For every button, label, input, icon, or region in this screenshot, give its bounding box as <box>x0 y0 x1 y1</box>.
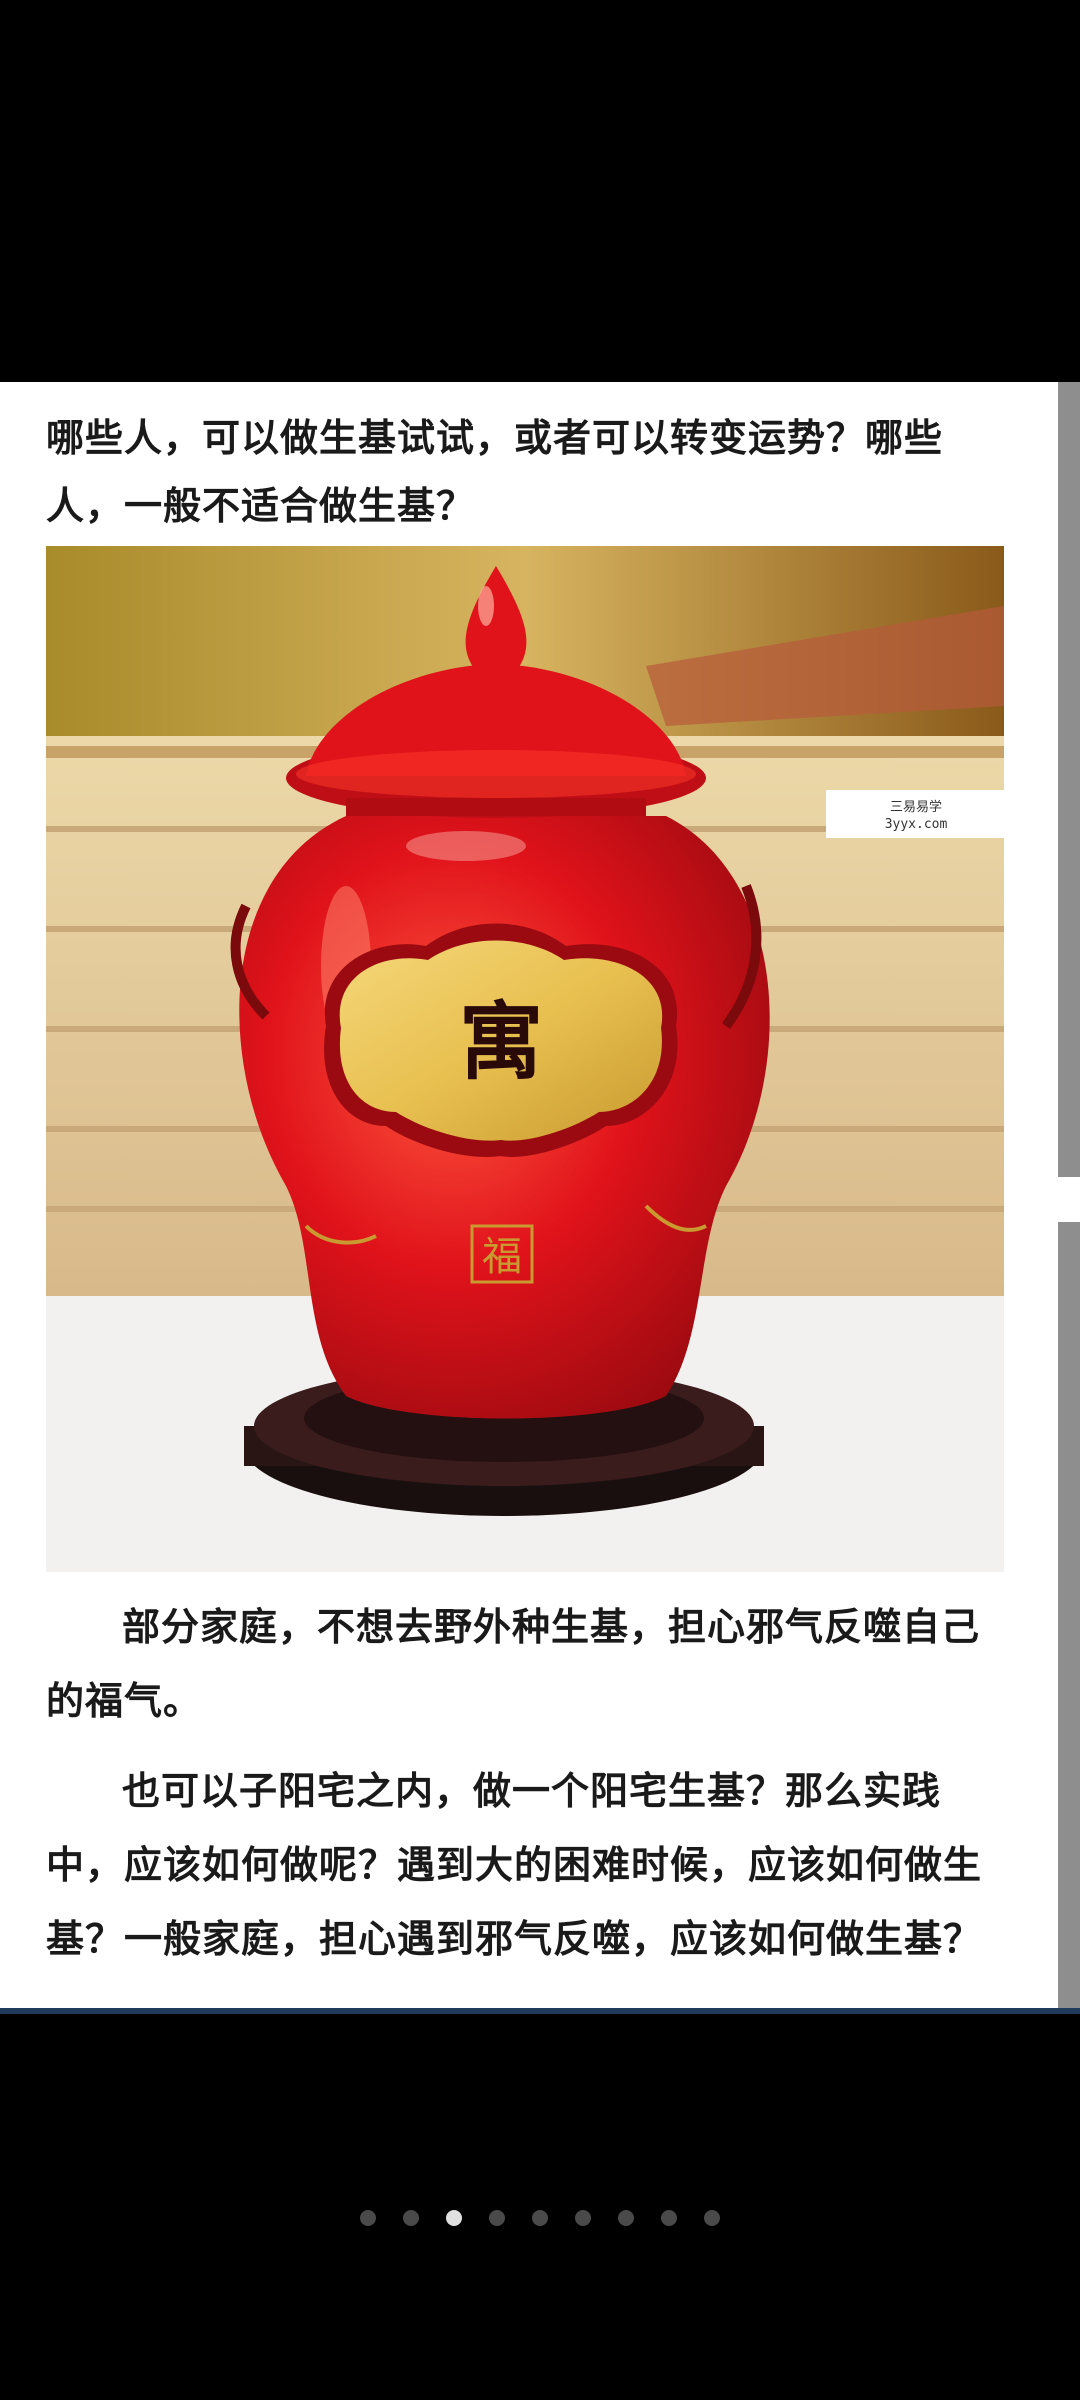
site-watermark: 三易易学 3yyx.com <box>826 790 1006 838</box>
jar-character: 寓 <box>459 992 543 1091</box>
page-dot[interactable] <box>489 2210 505 2226</box>
page-dot[interactable] <box>704 2210 720 2226</box>
top-black-area <box>0 0 1080 382</box>
watermark-line-1: 三易易学 <box>889 800 942 815</box>
page-indicator[interactable] <box>0 2210 1080 2230</box>
article-page[interactable]: 哪些人，可以做生基试试，或者可以转变运势？哪些人，一般不适合做生基？ 寓 福 部… <box>0 382 1058 2010</box>
page-dot[interactable] <box>618 2210 634 2226</box>
ginger-jar-image: 寓 福 <box>46 546 1004 1572</box>
bottom-divider <box>0 2008 1080 2014</box>
paragraph-1: 部分家庭，不想去野外种生基，担心邪气反噬自己的福气。 <box>46 1605 981 1723</box>
page-dot[interactable] <box>661 2210 677 2226</box>
page-dot[interactable] <box>403 2210 419 2226</box>
article-heading: 哪些人，可以做生基试试，或者可以转变运势？哪些人，一般不适合做生基？ <box>46 416 944 528</box>
page-dot[interactable] <box>360 2210 376 2226</box>
scrollbar-thumb[interactable] <box>1058 382 1080 1177</box>
scrollbar-thumb-lower[interactable] <box>1058 1222 1080 2010</box>
watermark-line-2: 3yyx.com <box>884 817 948 832</box>
page-dot[interactable] <box>575 2210 591 2226</box>
jar-photo[interactable]: 寓 福 <box>46 546 1004 1572</box>
paragraph-2: 也可以子阳宅之内，做一个阳宅生基？那么实践中，应该如何做呢？遇到大的困难时候，应… <box>46 1769 983 1961</box>
seal-character: 福 <box>482 1234 522 1280</box>
page-dot[interactable] <box>532 2210 548 2226</box>
page-dot[interactable] <box>446 2210 462 2226</box>
